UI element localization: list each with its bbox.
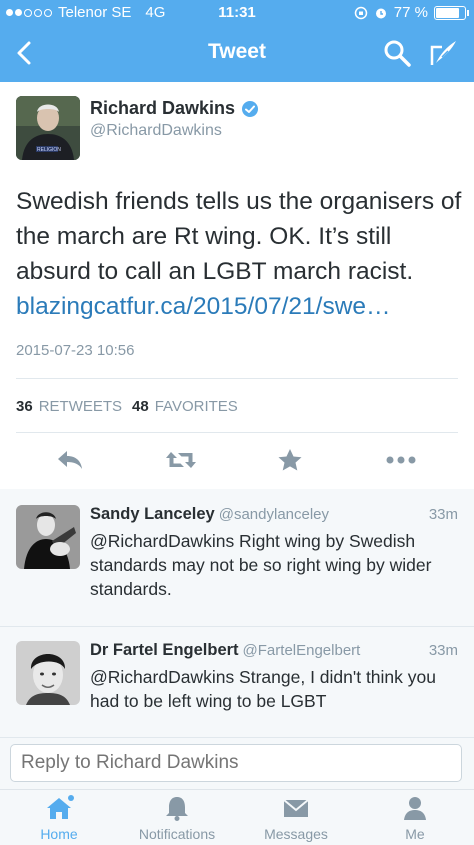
author-avatar[interactable]: RELIGION <box>16 96 80 160</box>
search-icon[interactable] <box>382 38 412 68</box>
reply-input[interactable] <box>10 744 462 782</box>
tweet-link[interactable]: blazingcatfur.ca/2015/07/21/swe… <box>16 289 466 324</box>
tweet-timestamp: 2015-07-23 10:56 <box>16 342 135 359</box>
tweet-actions <box>0 440 474 480</box>
reply-bar <box>0 737 474 790</box>
reply-text: @RichardDawkins Strange, I didn't think … <box>90 667 436 711</box>
author-name[interactable]: Richard Dawkins <box>90 98 235 119</box>
retweets-count[interactable]: 36 <box>16 398 33 415</box>
favorite-star-icon[interactable] <box>276 448 304 472</box>
tab-me[interactable]: Me <box>360 794 470 842</box>
retweets-label[interactable]: RETWEETS <box>39 398 122 415</box>
tab-home[interactable]: Home <box>4 794 114 842</box>
retweet-icon[interactable] <box>164 448 198 472</box>
tweet-text: Swedish friends tells us the organisers … <box>16 188 462 285</box>
rotation-lock-icon <box>354 6 368 19</box>
reply-time: 33m <box>428 642 458 659</box>
tab-me-label: Me <box>405 826 425 842</box>
verified-badge-icon <box>242 100 259 117</box>
person-icon <box>404 797 426 820</box>
envelope-icon <box>283 799 309 817</box>
engagement-stats: 36 RETWEETS 48 FAVORITES <box>16 398 238 415</box>
nav-bar: Tweet <box>0 26 474 82</box>
tab-messages[interactable]: Messages <box>241 794 351 842</box>
alarm-icon <box>375 8 386 18</box>
reply-author-name[interactable]: Sandy Lanceley <box>90 505 215 523</box>
battery-percent: 77 % <box>393 4 428 21</box>
reply-icon[interactable] <box>56 448 84 472</box>
bell-icon <box>166 797 188 821</box>
more-options-icon[interactable] <box>384 448 418 472</box>
reply-avatar[interactable] <box>16 641 80 705</box>
divider <box>16 432 458 433</box>
reply-author-name[interactable]: Dr Fartel Engelbert <box>90 641 239 659</box>
tab-notifications[interactable]: Notifications <box>122 794 232 842</box>
svg-text:RELIGION: RELIGION <box>37 147 61 153</box>
tab-messages-label: Messages <box>264 826 328 842</box>
reply-time: 33m <box>428 506 458 523</box>
reply-author-handle[interactable]: @FartelEngelbert <box>243 642 361 659</box>
reply-avatar[interactable] <box>16 505 80 569</box>
divider <box>16 378 458 379</box>
favorites-label[interactable]: FAVORITES <box>155 398 238 415</box>
reply-text: @RichardDawkins Right wing by Swedish st… <box>90 531 432 599</box>
home-icon <box>47 795 74 819</box>
compose-tweet-icon[interactable] <box>428 37 460 69</box>
tab-notifications-label: Notifications <box>138 826 216 842</box>
favorites-count[interactable]: 48 <box>132 398 149 415</box>
author-handle[interactable]: @RichardDawkins <box>90 122 222 140</box>
battery-icon <box>434 5 469 20</box>
divider <box>0 626 474 627</box>
tab-home-label: Home <box>40 826 78 842</box>
tab-bar: Home Notifications Messages Me <box>0 789 474 845</box>
reply-author-handle[interactable]: @sandylanceley <box>219 506 329 523</box>
status-bar: Telenor SE 4G 11:31 77 % <box>0 0 474 26</box>
tweet-body: Swedish friends tells us the organisers … <box>16 184 466 324</box>
